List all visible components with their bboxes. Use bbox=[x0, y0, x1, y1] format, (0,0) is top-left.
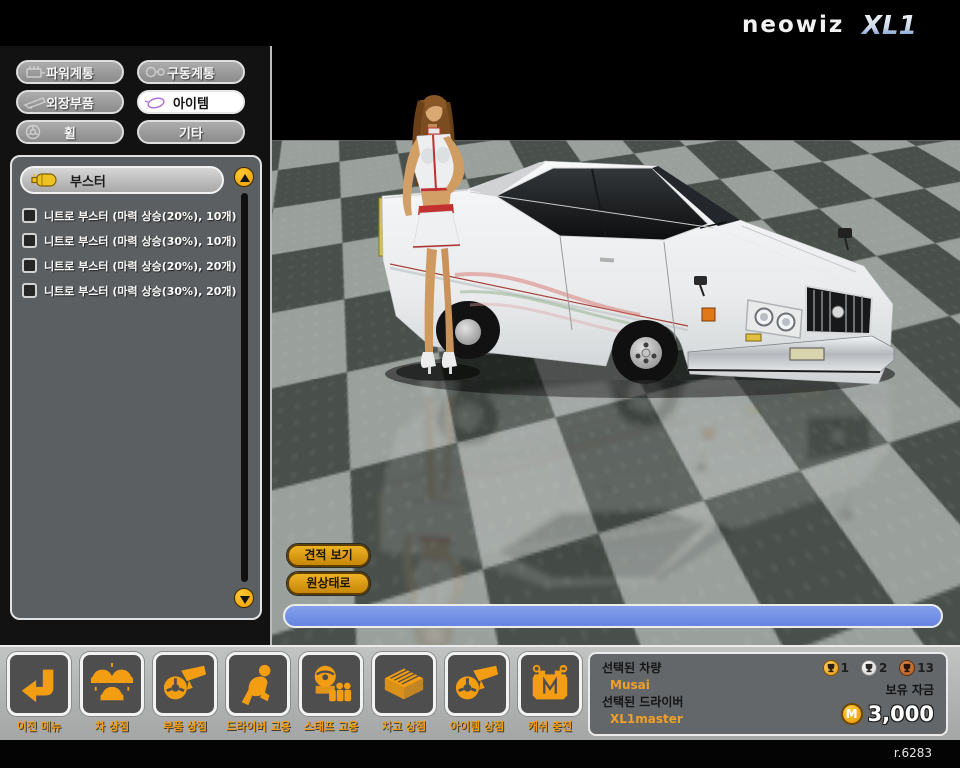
scroll-down-button[interactable] bbox=[234, 588, 254, 608]
model-skirt bbox=[413, 211, 460, 248]
list-item[interactable]: 니트로 부스터 (마력 상승(20%), 10개) bbox=[22, 203, 230, 228]
category-drivetrain[interactable]: 구동계통 bbox=[137, 60, 245, 84]
engine-icon bbox=[23, 64, 47, 80]
item-checkbox[interactable] bbox=[22, 208, 37, 223]
category-etc[interactable]: 기타 bbox=[137, 120, 245, 144]
toolbar: 이전 메뉴 차 상점 bbox=[7, 652, 582, 734]
garage-shop-icon bbox=[381, 661, 427, 707]
silver-trophy: 2 bbox=[861, 660, 887, 676]
side-marker bbox=[702, 308, 715, 321]
model-shadow bbox=[396, 363, 480, 381]
selected-vehicle-value: Musai bbox=[602, 677, 683, 694]
xl1-logo: XL1 bbox=[856, 8, 942, 42]
drivetrain-icon bbox=[144, 64, 168, 80]
item-checkbox[interactable] bbox=[22, 233, 37, 248]
revision-label: r.6283 bbox=[894, 746, 932, 760]
menu-parts-shop[interactable]: 부품 상점 bbox=[153, 652, 217, 734]
booster-icon bbox=[30, 171, 60, 189]
category-buttons: 파워계통 구동계통 외장부품 아이템 bbox=[16, 60, 248, 144]
list-item[interactable]: 니트로 부스터 (마력 상승(30%), 10개) bbox=[22, 228, 230, 253]
category-exterior[interactable]: 외장부품 bbox=[16, 90, 124, 114]
menu-previous[interactable]: 이전 메뉴 bbox=[7, 652, 71, 734]
car-emblem bbox=[832, 306, 844, 318]
category-power[interactable]: 파워계통 bbox=[16, 60, 124, 84]
scrollbar-track[interactable] bbox=[241, 193, 248, 582]
menu-cash-charge[interactable]: 캐쉬 충전 bbox=[518, 652, 582, 734]
item-icon bbox=[144, 94, 168, 110]
staff-hire-icon bbox=[308, 661, 354, 707]
wheel-icon bbox=[23, 124, 47, 140]
scroll-up-button[interactable] bbox=[234, 167, 254, 187]
menu-garage-shop[interactable]: 차고 상점 bbox=[372, 652, 436, 734]
parts-list: 니트로 부스터 (마력 상승(20%), 10개) 니트로 부스터 (마력 상승… bbox=[22, 203, 230, 303]
selected-vehicle-label: 선택된 차량 bbox=[602, 660, 683, 677]
spoiler-icon bbox=[23, 94, 47, 110]
status-panel: 선택된 차량 Musai 선택된 드라이버 XL1master 1 bbox=[588, 652, 948, 736]
item-checkbox[interactable] bbox=[22, 283, 37, 298]
selected-driver-label: 선택된 드라이버 bbox=[602, 694, 683, 711]
list-item[interactable]: 니트로 부스터 (마력 상승(20%), 20개) bbox=[22, 253, 230, 278]
cash-charge-icon bbox=[527, 661, 573, 707]
parts-shop-icon bbox=[162, 661, 208, 707]
status-bar bbox=[283, 604, 943, 628]
restore-button[interactable]: 원상태로 bbox=[287, 572, 370, 595]
category-item[interactable]: 아이템 bbox=[137, 90, 245, 114]
neowiz-logo: neowiz bbox=[742, 12, 844, 38]
bronze-trophy: 13 bbox=[899, 660, 934, 676]
bottom-menu-bar: 이전 메뉴 차 상점 bbox=[0, 645, 960, 740]
gold-trophy: 1 bbox=[823, 660, 849, 676]
money-coin-icon: M bbox=[841, 703, 863, 725]
item-checkbox[interactable] bbox=[22, 258, 37, 273]
svg-text:XL1: XL1 bbox=[860, 11, 917, 41]
selected-driver-value: XL1master bbox=[602, 711, 683, 728]
menu-car-shop[interactable]: 차 상점 bbox=[80, 652, 144, 734]
trophy-counts: 1 2 13 bbox=[823, 660, 934, 676]
item-shop-icon bbox=[454, 661, 500, 707]
floor-reflection bbox=[379, 350, 895, 645]
silver-trophy-icon bbox=[861, 660, 877, 676]
parts-list-header: 부스터 bbox=[20, 166, 224, 194]
parts-sidebar: 파워계통 구동계통 외장부품 아이템 bbox=[0, 46, 272, 645]
menu-staff-hire[interactable]: 스태프 고용 bbox=[299, 652, 363, 734]
car-wheel bbox=[612, 320, 678, 384]
parts-list-panel: 부스터 니트로 부스터 (마력 상승(20%), 10개) 니트로 부스터 (마… bbox=[10, 155, 262, 620]
car-shop-icon bbox=[89, 661, 135, 707]
funds-label: 보유 자금 bbox=[823, 681, 934, 698]
list-item[interactable]: 니트로 부스터 (마력 상승(30%), 20개) bbox=[22, 278, 230, 303]
bronze-trophy-icon bbox=[899, 660, 915, 676]
car-model bbox=[379, 161, 894, 384]
category-wheel[interactable]: 휠 bbox=[16, 120, 124, 144]
estimate-button[interactable]: 견적 보기 bbox=[287, 544, 370, 567]
menu-item-shop[interactable]: 아이템 상점 bbox=[445, 652, 509, 734]
game-window: neowiz XL1 견적 보기 원상태로 파워계통 bbox=[0, 0, 960, 768]
gold-trophy-icon bbox=[823, 660, 839, 676]
license-plate bbox=[790, 348, 824, 360]
driver-hire-icon bbox=[235, 661, 281, 707]
menu-driver-hire[interactable]: 드라이버 고용 bbox=[226, 652, 290, 734]
back-arrow-icon bbox=[16, 661, 62, 707]
footer-strip: r.6283 bbox=[0, 740, 960, 768]
funds-amount: 3,000 bbox=[868, 702, 934, 726]
